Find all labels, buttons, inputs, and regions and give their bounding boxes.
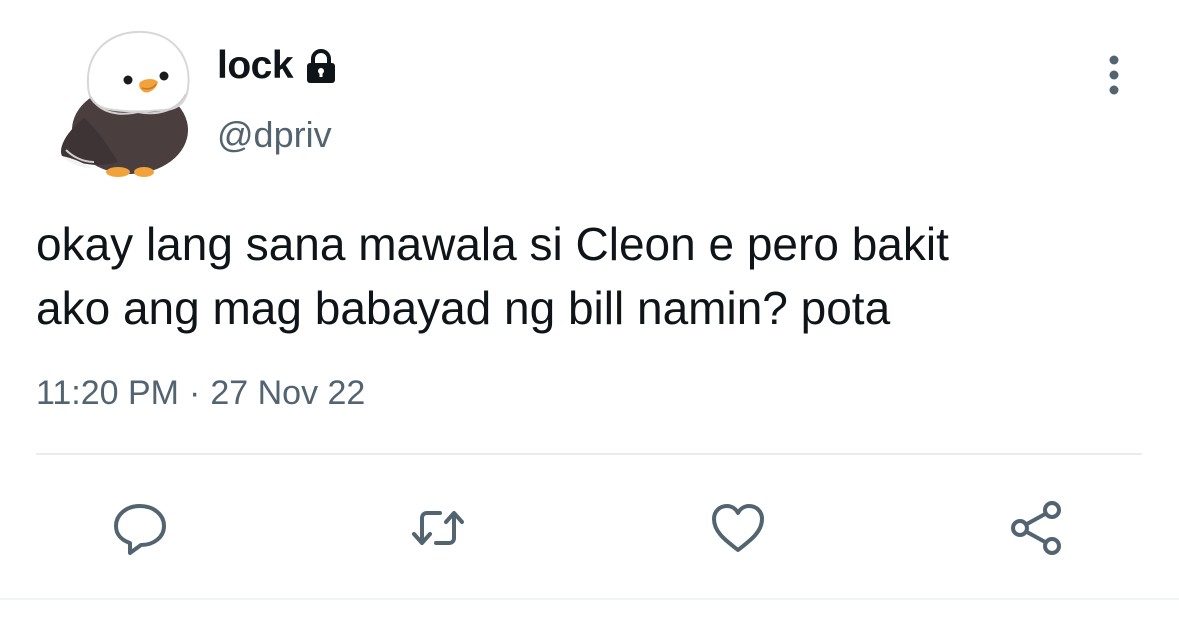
- tweet-time[interactable]: 11:20 PM: [36, 374, 179, 413]
- meta-separator: ·: [189, 374, 201, 412]
- tweet-text: okay lang sana mawala si Cleon e pero ba…: [36, 212, 1146, 340]
- tweet-card: lock @dpriv okay lang sana mawala si Cle…: [0, 0, 1179, 618]
- display-name-row[interactable]: lock: [217, 40, 341, 92]
- lock-icon: [307, 48, 336, 83]
- reply-icon: [114, 504, 166, 555]
- tweet-meta: 11:20 PM · 27 Nov 22: [36, 374, 365, 413]
- vertical-ellipsis-icon[interactable]: [1096, 52, 1132, 98]
- reply-button[interactable]: [110, 498, 170, 558]
- retweet-icon: [412, 511, 464, 545]
- display-name[interactable]: lock: [217, 44, 294, 88]
- avatar[interactable]: [48, 22, 198, 180]
- share-button[interactable]: [1006, 498, 1066, 558]
- tweet-text-line-1: okay lang sana mawala si Cleon e pero ba…: [36, 218, 949, 270]
- divider: [36, 453, 1142, 455]
- heart-icon: [712, 504, 764, 552]
- tweet-text-line-2: ako ang mag babayad ng bill namin? pota: [36, 282, 891, 334]
- like-button[interactable]: [708, 498, 768, 558]
- tweet-date[interactable]: 27 Nov 22: [210, 374, 365, 413]
- share-icon: [1011, 501, 1061, 555]
- bottom-divider: [0, 598, 1179, 600]
- retweet-button[interactable]: [408, 498, 468, 558]
- handle[interactable]: @dpriv: [217, 114, 332, 156]
